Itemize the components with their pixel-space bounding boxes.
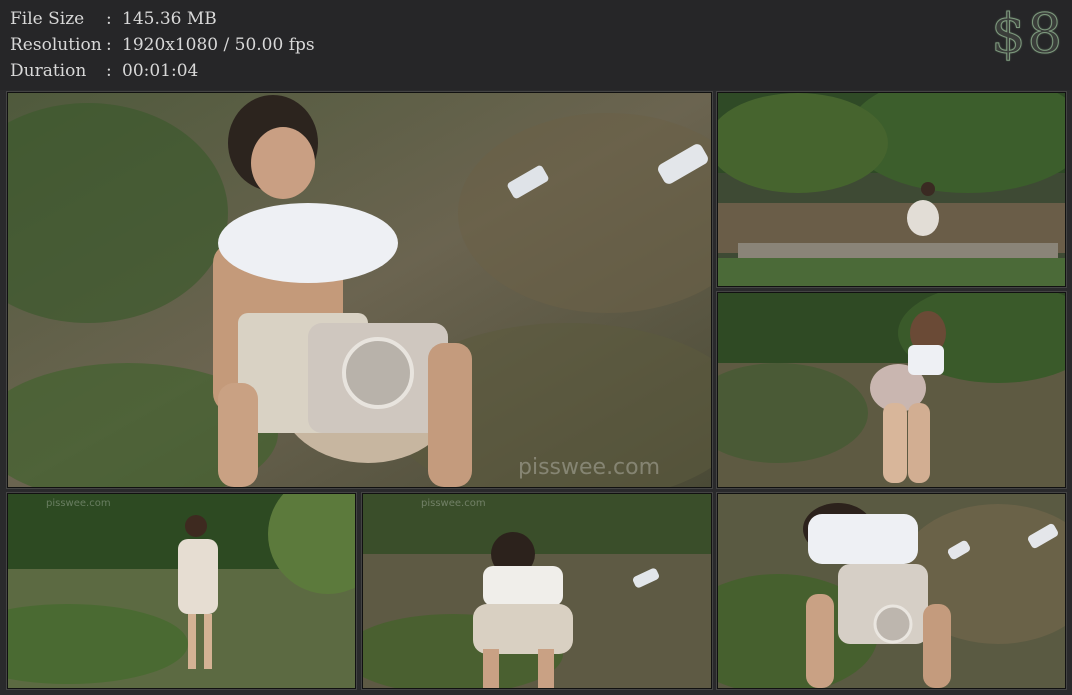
thumbnail-5-image	[363, 494, 711, 688]
thumbnail-3[interactable]	[717, 292, 1066, 488]
info-header: File Size : 145.36 MB Resolution : 1920x…	[0, 0, 1072, 90]
thumbnail-3-image	[718, 293, 1065, 487]
separator: :	[106, 61, 112, 81]
main-thumbnail-image	[8, 93, 711, 487]
file-size-label: File Size	[10, 9, 85, 29]
file-size-value: 145.36 MB	[122, 9, 217, 29]
thumbnail-6[interactable]	[717, 493, 1066, 689]
resolution-value: 1920x1080 / 50.00 fps	[122, 35, 315, 55]
thumbnail-2[interactable]	[717, 92, 1066, 287]
watermark: pisswee.com	[46, 498, 111, 509]
duration-value: 00:01:04	[122, 61, 199, 81]
duration-label: Duration	[10, 61, 87, 81]
separator: :	[106, 35, 112, 55]
main-thumbnail[interactable]: pisswee.com	[7, 92, 712, 488]
thumbnail-2-image	[718, 93, 1065, 286]
thumbnail-6-image	[718, 494, 1065, 688]
price-label: $8	[991, 2, 1064, 66]
watermark: pisswee.com	[518, 455, 661, 480]
thumbnail-5[interactable]: pisswee.com	[362, 493, 712, 689]
separator: :	[106, 9, 112, 29]
watermark: pisswee.com	[421, 498, 486, 509]
thumbnail-4[interactable]: pisswee.com	[7, 493, 356, 689]
thumbnail-4-image	[8, 494, 355, 688]
resolution-label: Resolution	[10, 35, 102, 55]
